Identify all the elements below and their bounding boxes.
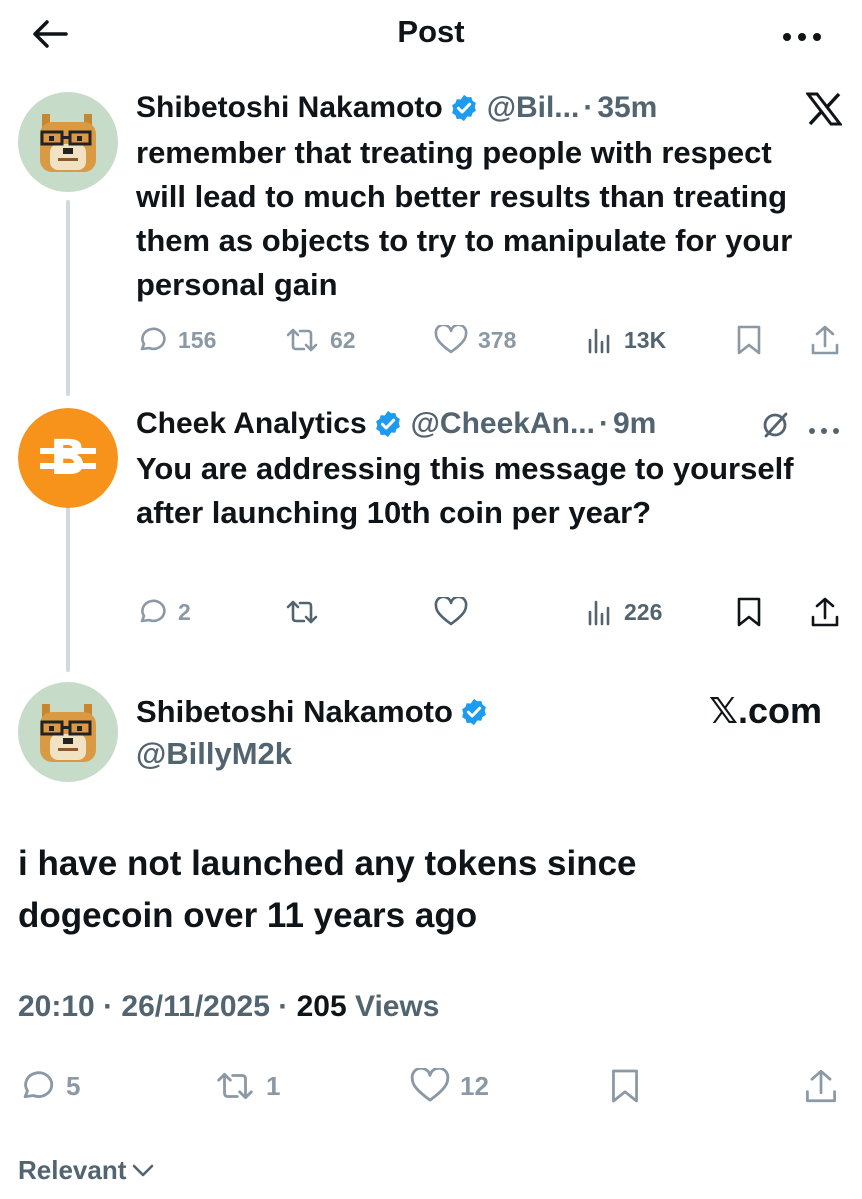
share-button[interactable]	[810, 320, 840, 360]
share-icon	[811, 325, 839, 355]
views-count: 13K	[624, 326, 667, 353]
svg-text:B: B	[50, 430, 87, 486]
like-button[interactable]: 12	[410, 1064, 489, 1108]
doge-avatar-image	[18, 682, 118, 782]
reply-icon	[140, 599, 166, 623]
main-author-block: Shibetoshi Nakamoto @BillyM2k	[136, 690, 497, 772]
separator-dot: ·	[583, 91, 594, 124]
like-button[interactable]	[434, 592, 468, 632]
share-icon	[811, 597, 839, 627]
avatar[interactable]	[18, 682, 118, 782]
author-name[interactable]: Shibetoshi Nakamoto	[136, 694, 453, 730]
post-time[interactable]: 9m	[613, 407, 656, 441]
more-icon	[783, 33, 821, 41]
share-button[interactable]	[804, 1064, 838, 1108]
repost-button[interactable]	[284, 592, 320, 632]
share-icon	[806, 1069, 836, 1103]
like-count: 378	[478, 326, 517, 353]
repost-icon	[286, 328, 318, 352]
thread-connector	[66, 488, 70, 672]
tweet-actions: 2 226	[136, 592, 846, 632]
bookmark-icon	[737, 597, 761, 627]
post-time[interactable]: 35m	[597, 91, 657, 125]
verified-icon	[451, 94, 476, 122]
views-count: 226	[624, 598, 663, 625]
main-post-text: i have not launched any tokens since dog…	[18, 844, 637, 935]
main-post-actions: 5 1 12	[18, 1064, 848, 1108]
tweet-header: Shibetoshi Nakamoto @Bil... · 35m	[136, 88, 657, 128]
like-icon	[410, 1068, 450, 1102]
reply-sort-dropdown[interactable]: Relevant	[18, 1155, 154, 1186]
more-icon	[809, 428, 839, 434]
like-icon	[434, 597, 468, 626]
bookmark-icon	[612, 1069, 638, 1103]
author-handle[interactable]: @BillyM2k	[136, 736, 497, 772]
sort-label: Relevant	[18, 1155, 127, 1185]
reply-count: 2	[178, 598, 191, 625]
thread-connector	[66, 200, 70, 396]
repost-icon	[217, 1072, 253, 1100]
repost-button[interactable]: 1	[214, 1064, 280, 1108]
post-date[interactable]: 26/11/2025	[121, 990, 270, 1023]
repost-count: 1	[266, 1070, 281, 1101]
separator-dot: ·	[598, 407, 609, 440]
like-count: 12	[460, 1070, 489, 1101]
reply-button[interactable]: 156	[136, 320, 216, 360]
bookmark-button[interactable]	[736, 592, 762, 632]
bookmark-button[interactable]	[736, 320, 762, 360]
tweet-header: Cheek Analytics @CheekAn... · 9m	[136, 404, 656, 444]
bookmark-icon	[737, 325, 761, 355]
author-handle[interactable]: @Bil...	[487, 91, 580, 125]
author-name[interactable]: Shibetoshi Nakamoto	[136, 91, 443, 125]
grok-icon[interactable]	[760, 410, 790, 445]
chevron-down-icon	[133, 1164, 154, 1176]
repost-icon	[286, 600, 318, 624]
views-label: Views	[346, 990, 440, 1023]
doge-avatar-image	[18, 92, 118, 192]
reply-button[interactable]: 5	[18, 1064, 80, 1108]
reply-button[interactable]: 2	[136, 592, 191, 632]
reply-icon	[23, 1071, 54, 1099]
share-button[interactable]	[810, 592, 840, 632]
reply-count: 5	[66, 1070, 81, 1101]
author-handle[interactable]: @CheekAn...	[411, 407, 595, 441]
like-icon	[434, 325, 468, 354]
reply-icon	[140, 327, 166, 351]
tweet-actions: 156 62 378 13K	[136, 320, 846, 360]
verified-icon	[375, 410, 400, 438]
tweet-text: remember that treating people with respe…	[136, 135, 793, 302]
tweet-text: You are addressing this message to yours…	[136, 451, 794, 530]
bookmark-button[interactable]	[610, 1064, 640, 1108]
views-count[interactable]: 205	[297, 990, 347, 1023]
post-time[interactable]: 20:10	[18, 990, 95, 1023]
page-title: Post	[397, 14, 465, 49]
more-button[interactable]	[782, 16, 822, 46]
post-meta: 20:10 · 26/11/2025 · 205 Views	[18, 990, 439, 1024]
more-button[interactable]	[808, 422, 840, 440]
separator-dot: ·	[94, 990, 122, 1023]
views-icon	[588, 600, 610, 626]
author-name[interactable]: Cheek Analytics	[136, 407, 367, 441]
separator-dot: ·	[269, 990, 297, 1023]
like-button[interactable]: 378	[434, 320, 516, 360]
avatar[interactable]: B	[18, 408, 118, 508]
top-bar: Post	[0, 0, 862, 72]
x-logo-icon	[804, 92, 844, 131]
views-button[interactable]: 226	[586, 592, 662, 632]
verified-icon	[462, 698, 486, 726]
repost-button[interactable]: 62	[284, 320, 356, 360]
avatar[interactable]	[18, 92, 118, 192]
repost-count: 62	[330, 326, 356, 353]
reply-count: 156	[178, 326, 217, 353]
views-button[interactable]: 13K	[586, 320, 666, 360]
source-watermark: 𝕏.com	[708, 690, 822, 731]
bitcoin-icon: B	[18, 408, 118, 508]
views-icon	[588, 328, 610, 354]
